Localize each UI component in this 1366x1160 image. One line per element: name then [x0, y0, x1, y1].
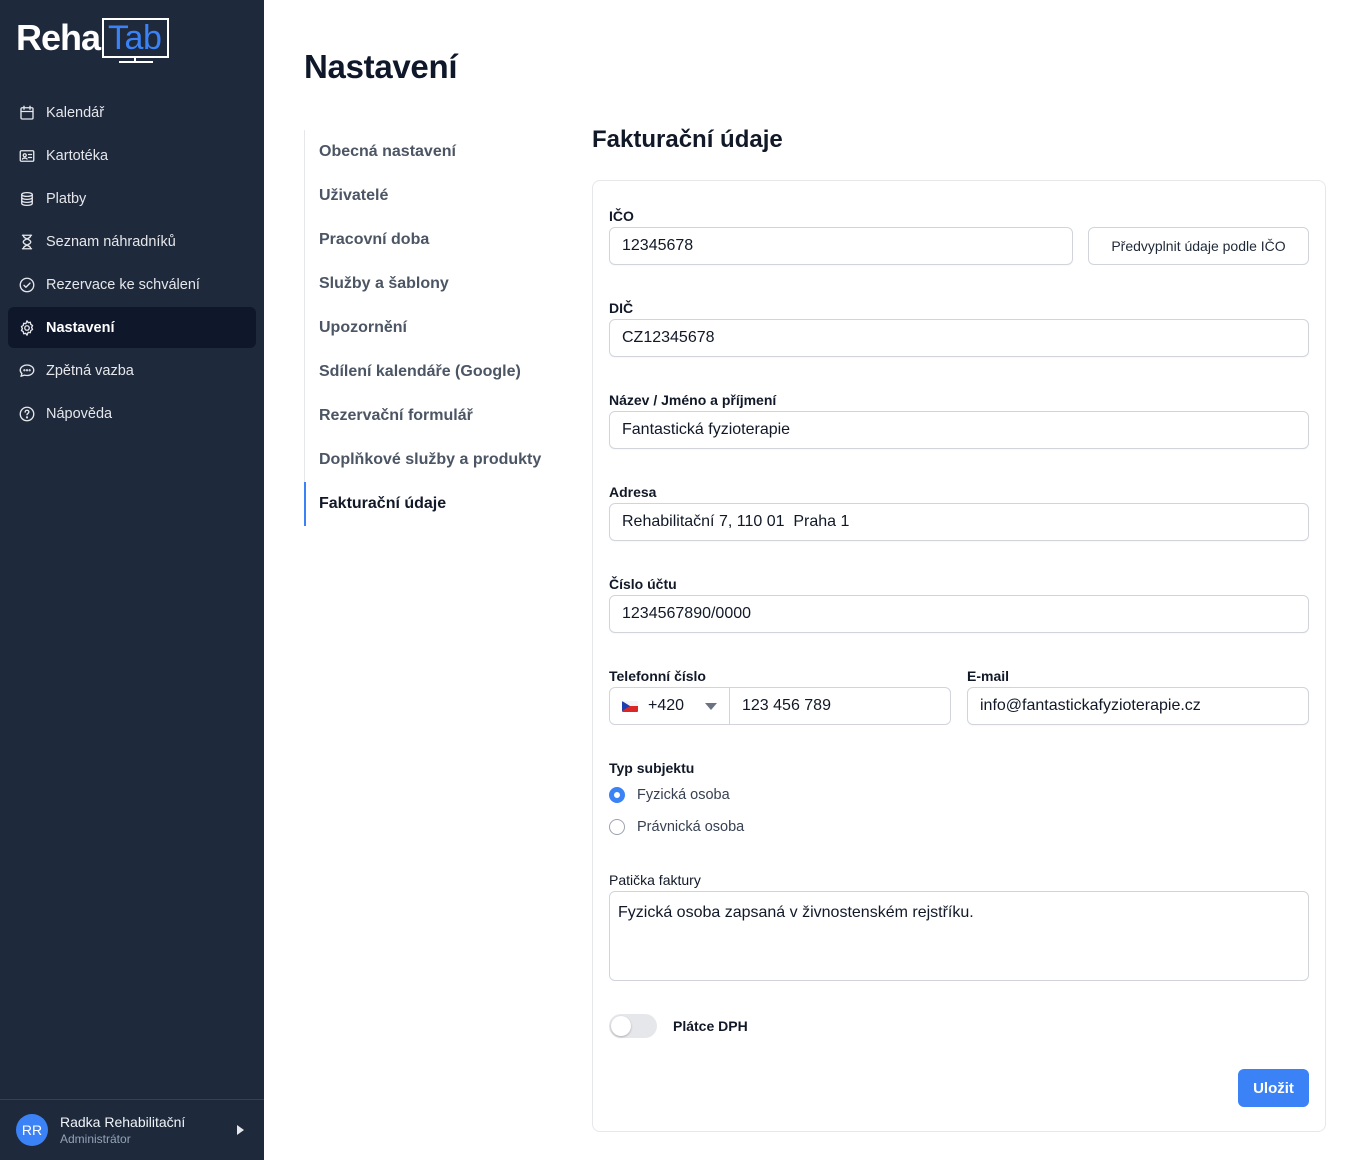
- ico-label: IČO: [609, 208, 634, 224]
- sidebar-item-kalendar[interactable]: Kalendář: [8, 92, 256, 133]
- ico-input[interactable]: 12345678: [609, 227, 1073, 265]
- user-menu[interactable]: RR Radka Rehabilitační Administrátor: [0, 1099, 264, 1160]
- chevron-down-icon: [705, 703, 717, 710]
- page-title: Nastavení: [304, 48, 458, 85]
- subnav-item-rezervacni-formular[interactable]: Rezervační formulář: [305, 394, 564, 438]
- address-label: Adresa: [609, 484, 657, 500]
- logo-monitor: Tab: [102, 18, 170, 63]
- sidebar-item-zpetna-vazba[interactable]: Zpětná vazba: [8, 350, 256, 391]
- settings-subnav: Obecná nastavení Uživatelé Pracovní doba…: [304, 130, 564, 526]
- chat-bubble-icon: [18, 362, 36, 380]
- logo-monitor-stand: [118, 58, 153, 64]
- dic-label: DIČ: [609, 300, 634, 316]
- sidebar-item-nastaveni[interactable]: Nastavení: [8, 307, 256, 348]
- rehatab-logo[interactable]: Reha Tab: [16, 17, 170, 63]
- name-label: Název / Jméno a příjmení: [609, 392, 777, 408]
- subnav-item-sluzby-a-sablony[interactable]: Služby a šablony: [305, 262, 564, 306]
- sidebar-item-label: Rezervace ke schválení: [46, 276, 200, 293]
- gear-icon: [18, 319, 36, 337]
- subnav-item-fakturacni-udaje[interactable]: Fakturační údaje: [304, 482, 564, 526]
- subnav-item-sdileni-kalendare[interactable]: Sdílení kalendáře (Google): [305, 350, 564, 394]
- radio-pravnicka-osoba[interactable]: Právnická osoba: [609, 819, 744, 835]
- address-input[interactable]: Rehabilitační 7, 110 01 Praha 1: [609, 503, 1309, 541]
- billing-form-card: IČO 12345678 Předvyplnit údaje podle IČO…: [592, 180, 1326, 1132]
- phone-label: Telefonní číslo: [609, 668, 706, 684]
- radio-label: Právnická osoba: [637, 819, 745, 835]
- subnav-item-pracovni-doba[interactable]: Pracovní doba: [305, 218, 564, 262]
- subnav-item-upozorneni[interactable]: Upozornění: [305, 306, 564, 350]
- calendar-icon: [18, 104, 36, 122]
- sidebar: Reha Tab Kalendář Kartotéka Platby Sezna…: [0, 0, 264, 1160]
- radio-fyzicka-osoba[interactable]: Fyzická osoba: [609, 787, 730, 803]
- sidebar-nav: Kalendář Kartotéka Platby Seznam náhradn…: [8, 92, 256, 436]
- save-button[interactable]: Uložit: [1238, 1069, 1309, 1107]
- dic-input[interactable]: CZ12345678: [609, 319, 1309, 357]
- sidebar-item-napoveda[interactable]: Nápověda: [8, 393, 256, 434]
- sidebar-item-platby[interactable]: Platby: [8, 178, 256, 219]
- account-label: Číslo účtu: [609, 576, 677, 592]
- user-info: Radka Rehabilitační Administrátor: [60, 1113, 185, 1147]
- subject-type-label: Typ subjektu: [609, 760, 695, 776]
- toggle-knob: [611, 1016, 631, 1036]
- name-input[interactable]: Fantastická fyzioterapie: [609, 411, 1309, 449]
- sidebar-item-seznam-nahradniku[interactable]: Seznam náhradníků: [8, 221, 256, 262]
- coins-icon: [18, 190, 36, 208]
- account-input[interactable]: 1234567890/0000: [609, 595, 1309, 633]
- email-label: E-mail: [967, 668, 1010, 684]
- radio-label: Fyzická osoba: [637, 787, 730, 803]
- country-code-select[interactable]: +420: [610, 688, 730, 724]
- logo-text-reha: Reha: [16, 17, 101, 58]
- sidebar-item-rezervace-ke-schvaleni[interactable]: Rezervace ke schválení: [8, 264, 256, 305]
- question-circle-icon: [18, 405, 36, 423]
- check-circle-icon: [18, 276, 36, 294]
- subnav-item-doplnkove-sluzby[interactable]: Doplňkové služby a produkty: [305, 438, 564, 482]
- sidebar-item-label: Kartotéka: [46, 147, 109, 164]
- phone-field: +420 123 456 789: [609, 687, 951, 725]
- invoice-footer-label: Patička faktury: [609, 872, 701, 888]
- user-role: Administrátor: [60, 1132, 131, 1146]
- subnav-item-obecna-nastaveni[interactable]: Obecná nastavení: [305, 130, 564, 174]
- sidebar-item-label: Platby: [46, 190, 87, 207]
- sidebar-item-label: Nápověda: [46, 405, 113, 422]
- sidebar-item-label: Seznam náhradníků: [46, 233, 176, 250]
- id-card-icon: [18, 147, 36, 165]
- phone-input[interactable]: 123 456 789: [730, 688, 950, 724]
- caret-right-icon[interactable]: [237, 1125, 244, 1135]
- avatar: RR: [16, 1114, 48, 1146]
- czech-flag-icon: [622, 700, 638, 712]
- invoice-footer-textarea[interactable]: Fyzická osoba zapsaná v živnostenském re…: [609, 891, 1309, 981]
- prefill-by-ico-button[interactable]: Předvyplnit údaje podle IČO: [1088, 227, 1309, 265]
- country-code-value: +420: [648, 697, 685, 714]
- section-title: Fakturační údaje: [592, 126, 783, 153]
- vat-payer-label: Plátce DPH: [673, 1018, 748, 1034]
- email-input[interactable]: info@fantastickafyzioterapie.cz: [967, 687, 1309, 725]
- user-name: Radka Rehabilitační: [60, 1114, 186, 1130]
- sidebar-item-label: Nastavení: [46, 319, 115, 336]
- sidebar-item-kartoteka[interactable]: Kartotéka: [8, 135, 256, 176]
- hourglass-icon: [18, 233, 36, 251]
- vat-payer-toggle[interactable]: [609, 1014, 657, 1038]
- subnav-item-uzivatele[interactable]: Uživatelé: [305, 174, 564, 218]
- radio-button[interactable]: [609, 819, 625, 835]
- sidebar-item-label: Kalendář: [46, 104, 105, 121]
- sidebar-item-label: Zpětná vazba: [46, 362, 134, 379]
- logo-text-tab: Tab: [102, 18, 170, 58]
- radio-button-checked[interactable]: [609, 787, 625, 803]
